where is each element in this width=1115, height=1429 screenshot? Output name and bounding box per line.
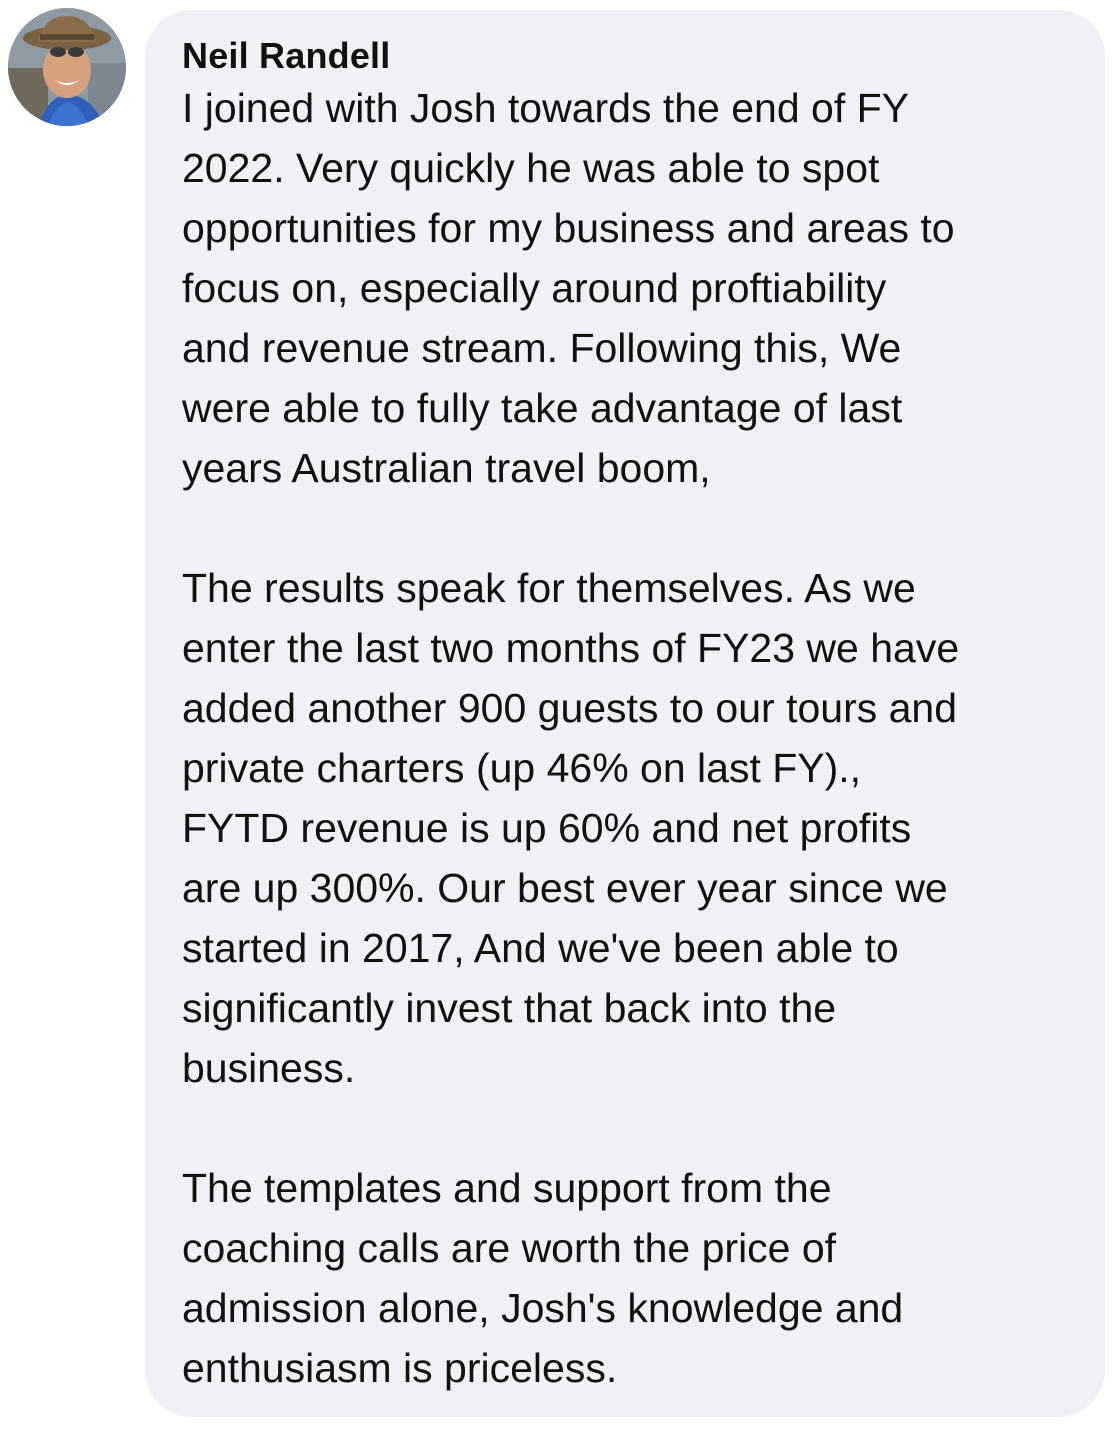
comment-text-line: started in 2017, And we've been able to	[182, 925, 899, 971]
comment-text-line: were able to fully take advantage of las…	[182, 385, 903, 431]
comment-text-line: The templates and support from the	[182, 1165, 832, 1211]
comment-text-line: 2022. Very quickly he was able to spot	[182, 145, 880, 191]
comment-text-line: focus on, especially around proftiabilit…	[182, 265, 887, 311]
comment-text-line: enthusiasm is priceless.	[182, 1345, 618, 1391]
comment-text-line: years Australian travel boom,	[182, 445, 711, 491]
comment-author[interactable]: Neil Randell	[182, 34, 1085, 78]
comment-bubble: Neil Randell I joined with Josh towards …	[145, 10, 1105, 1417]
comment-paragraph-3: The templates and support from the coach…	[182, 1158, 1085, 1398]
comment-text-line: admission alone, Josh's knowledge and	[182, 1285, 904, 1331]
comment-text-line: and revenue stream. Following this, We	[182, 325, 902, 371]
comment-text-line: business.	[182, 1045, 356, 1091]
comment-text-line: significantly invest that back into the	[182, 985, 837, 1031]
comment-paragraph-1: I joined with Josh towards the end of FY…	[182, 78, 1085, 498]
comment-text-line: FYTD revenue is up 60% and net profits	[182, 805, 912, 851]
comment-text-line: coaching calls are worth the price of	[182, 1225, 837, 1271]
profile-photo-icon	[8, 8, 126, 126]
comment-text-line: The results speak for themselves. As we	[182, 565, 916, 611]
avatar[interactable]	[8, 8, 126, 126]
comment-text-line: are up 300%. Our best ever year since we	[182, 865, 948, 911]
comment-text-line: private charters (up 46% on last FY).,	[182, 745, 862, 791]
comment-paragraph-2: The results speak for themselves. As we …	[182, 558, 1085, 1098]
comment-text-line: opportunities for my business and areas …	[182, 205, 955, 251]
comment-text-line: enter the last two months of FY23 we hav…	[182, 625, 960, 671]
comment-text-line: I joined with Josh towards the end of FY	[182, 85, 910, 131]
comment-text-line: added another 900 guests to our tours an…	[182, 685, 958, 731]
